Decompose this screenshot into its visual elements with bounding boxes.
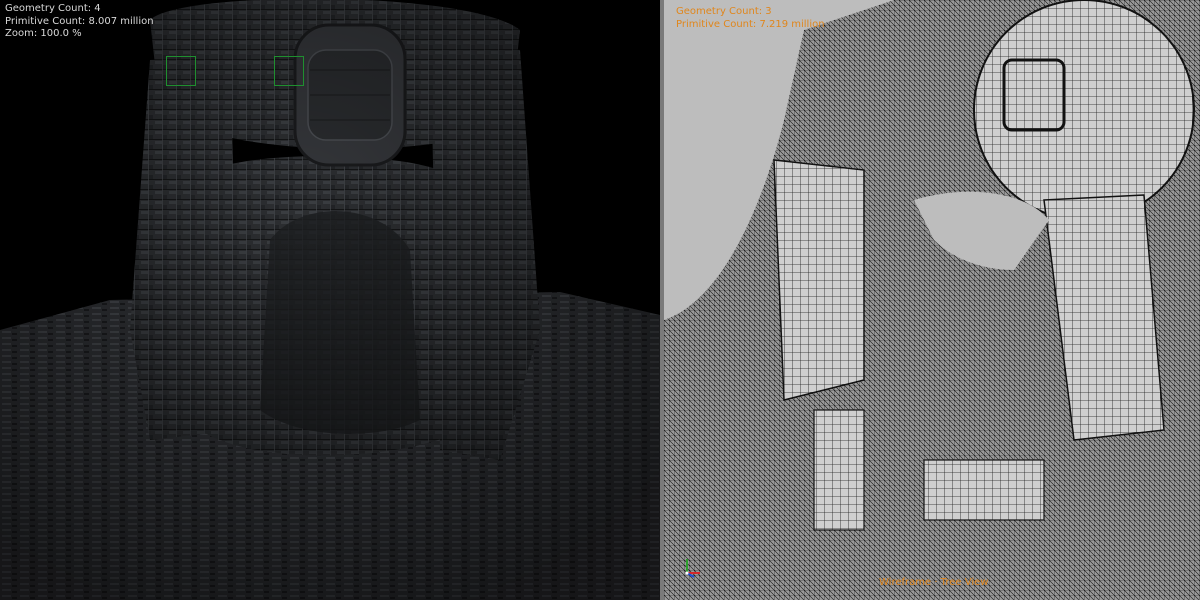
shaded-model-render [0, 0, 660, 600]
viewport-stats-overlay: Geometry Count: 4 Primitive Count: 8.007… [5, 3, 154, 41]
wireframe-model-render [664, 0, 1200, 600]
selection-marker[interactable] [166, 56, 196, 86]
geometry-count: Geometry Count: 4 [5, 3, 101, 14]
primitive-count: Primitive Count: 8.007 million [5, 15, 154, 27]
selection-marker[interactable] [274, 56, 304, 86]
zoom-level: Zoom: 100.0 % [5, 28, 82, 39]
viewport-status-label: Wireframe · Tree View [879, 577, 989, 588]
axis-gizmo-icon [682, 556, 702, 578]
wireframe-viewport[interactable]: Geometry Count: 3 Primitive Count: 7.219… [664, 0, 1200, 600]
shaded-viewport[interactable]: Geometry Count: 4 Primitive Count: 8.007… [0, 0, 660, 600]
primitive-count: Primitive Count: 7.219 million [676, 18, 825, 30]
viewport-stats-overlay: Geometry Count: 3 Primitive Count: 7.219… [676, 6, 825, 31]
geometry-count: Geometry Count: 3 [676, 6, 772, 17]
